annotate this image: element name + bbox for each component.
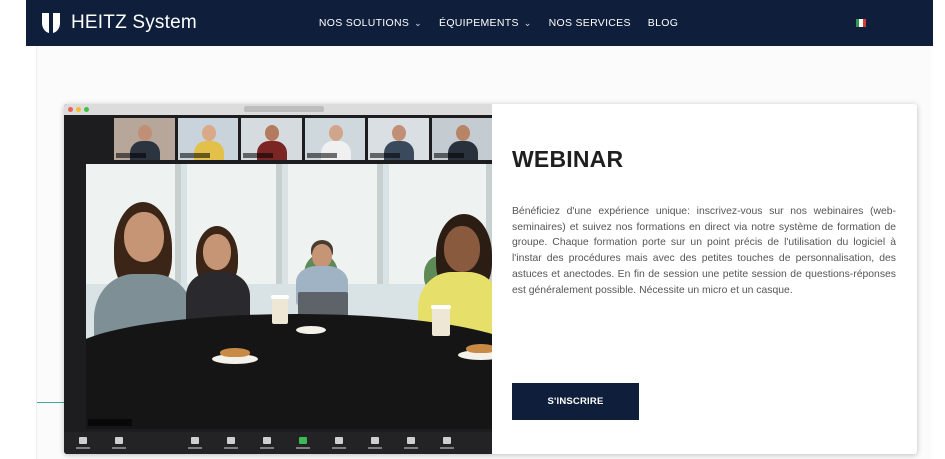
croissant xyxy=(220,348,250,357)
participant-thumbnail xyxy=(177,118,238,160)
participant-thumbnails xyxy=(114,118,492,160)
plate xyxy=(296,326,326,334)
participant-thumbnail xyxy=(241,118,302,160)
coffee-cup xyxy=(431,305,451,336)
mute-icon xyxy=(72,434,94,452)
chat-icon xyxy=(328,434,350,452)
breakout-rooms-icon xyxy=(400,434,422,452)
nav-item-label: ÉQUIPEMENTS xyxy=(439,17,519,29)
participant-thumbnail xyxy=(304,118,365,160)
record-icon xyxy=(364,434,386,452)
nav-item-nos-services[interactable]: NOS SERVICES xyxy=(549,17,631,29)
polls-icon xyxy=(256,434,278,452)
invite-icon xyxy=(184,434,206,452)
meeting-controls-bar xyxy=(64,432,492,454)
top-navigation-bar: HEITZ System NOS SOLUTIONS ⌄ ÉQUIPEMENTS… xyxy=(26,0,933,46)
nav-item-label: NOS SERVICES xyxy=(548,17,631,29)
register-button[interactable]: S'INSCRIRE xyxy=(512,383,639,420)
webinar-content: WEBINAR Bénéficiez d'une expérience uniq… xyxy=(510,104,900,454)
brand[interactable]: HEITZ System xyxy=(40,11,197,35)
brand-name: HEITZ System xyxy=(71,12,197,33)
participant-thumbnail xyxy=(431,118,492,160)
nav-item-label: BLOG xyxy=(647,17,679,29)
participant-thumbnail xyxy=(114,118,175,160)
participant-thumbnail xyxy=(368,118,429,160)
video-meeting-image xyxy=(64,104,492,454)
webinar-description: Bénéficiez d'une expérience unique: insc… xyxy=(512,206,896,296)
person-head xyxy=(203,234,231,270)
person-head xyxy=(312,244,332,268)
person-head xyxy=(444,226,480,272)
participants-icon xyxy=(220,434,242,452)
italian-flag-icon[interactable] xyxy=(856,19,866,27)
main-video xyxy=(86,164,492,429)
share-screen-icon xyxy=(292,434,314,452)
window-title xyxy=(244,106,324,112)
nav-item-equipements[interactable]: ÉQUIPEMENTS ⌄ xyxy=(439,17,532,29)
flag-stripe-red xyxy=(862,19,866,27)
maximize-dot-icon xyxy=(84,107,89,112)
coffee-cup xyxy=(271,295,289,324)
webinar-title: WEBINAR xyxy=(512,146,624,172)
nav-item-blog[interactable]: BLOG xyxy=(648,17,678,29)
croissant xyxy=(466,344,492,353)
speaker-name-tag xyxy=(88,419,132,426)
main-nav: NOS SOLUTIONS ⌄ ÉQUIPEMENTS ⌄ NOS SERVIC… xyxy=(319,17,695,29)
webinar-card: WEBINAR Bénéficiez d'une expérience uniq… xyxy=(64,104,917,454)
nav-item-label: NOS SOLUTIONS xyxy=(318,17,410,29)
reactions-icon xyxy=(436,434,458,452)
close-dot-icon xyxy=(68,107,73,112)
person-head xyxy=(124,212,164,262)
video-icon xyxy=(108,434,130,452)
heitz-logo-icon xyxy=(42,13,60,33)
chevron-down-icon: ⌄ xyxy=(523,17,532,28)
minimize-dot-icon xyxy=(76,107,81,112)
chevron-down-icon: ⌄ xyxy=(414,17,423,28)
nav-item-nos-solutions[interactable]: NOS SOLUTIONS ⌄ xyxy=(319,17,422,29)
window-titlebar xyxy=(64,104,492,115)
